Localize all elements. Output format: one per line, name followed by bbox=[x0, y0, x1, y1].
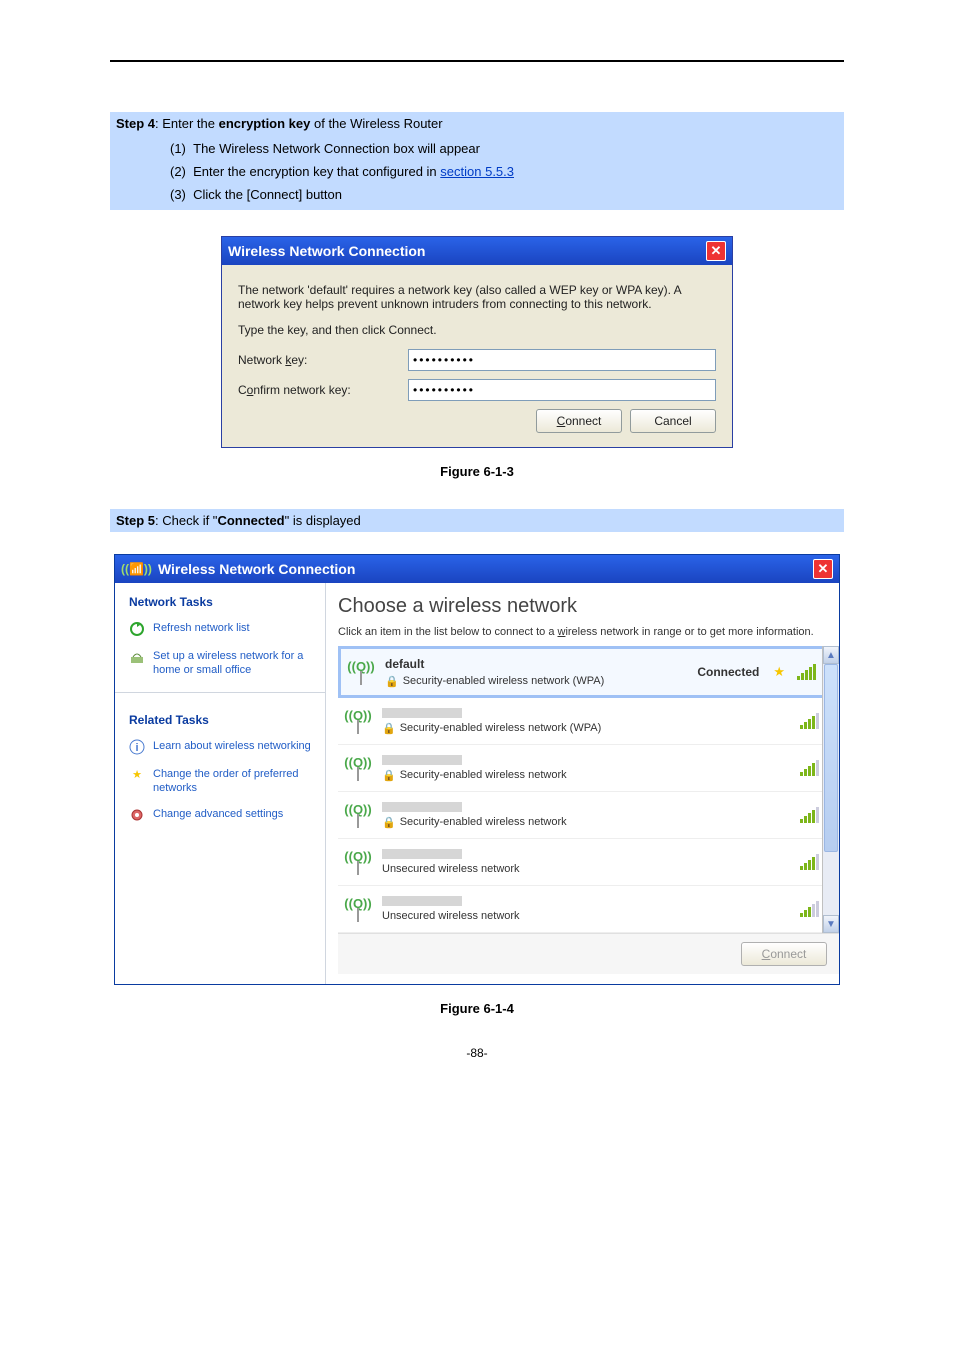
connected-label: Connected bbox=[697, 665, 759, 679]
network-item[interactable]: ((Q)) Unsecured wireless network bbox=[338, 839, 827, 886]
antenna-icon: ((Q)) bbox=[344, 892, 372, 926]
network-key-label: Network key: bbox=[238, 353, 408, 367]
info-icon: i bbox=[129, 739, 145, 755]
antenna-icon: ((Q)) bbox=[347, 655, 375, 689]
setup-icon bbox=[129, 649, 145, 665]
star-icon: ★ bbox=[129, 767, 145, 783]
antenna-icon: ((Q)) bbox=[344, 751, 372, 785]
figure-caption-2: Figure 6-1-4 bbox=[110, 1001, 844, 1016]
dialog-description: The network 'default' requires a network… bbox=[238, 283, 716, 311]
star-icon: ★ bbox=[773, 664, 785, 680]
scroll-up-icon[interactable]: ▲ bbox=[823, 646, 839, 664]
network-tasks-header: Network Tasks bbox=[115, 583, 325, 615]
network-name bbox=[382, 755, 462, 765]
signal-icon bbox=[797, 664, 816, 680]
network-key-input[interactable] bbox=[408, 349, 716, 371]
antenna-icon: ((Q)) bbox=[344, 798, 372, 832]
gear-icon bbox=[129, 807, 145, 823]
antenna-icon: ((Q)) bbox=[344, 845, 372, 879]
network-security: Unsecured wireless network bbox=[382, 910, 790, 922]
close-icon[interactable]: ✕ bbox=[813, 559, 833, 579]
network-security: 🔒Security-enabled wireless network bbox=[382, 769, 790, 782]
scroll-thumb[interactable] bbox=[824, 664, 838, 852]
change-advanced-settings[interactable]: Change advanced settings bbox=[115, 801, 325, 829]
antenna-icon: ((📶)) bbox=[121, 562, 152, 576]
setup-wireless-network[interactable]: Set up a wireless network for a home or … bbox=[115, 643, 325, 684]
signal-icon bbox=[800, 760, 819, 776]
lock-icon: 🔒 bbox=[382, 769, 396, 782]
dialog2-titlebar: ((📶)) Wireless Network Connection ✕ bbox=[115, 555, 839, 583]
refresh-network-list[interactable]: Refresh network list bbox=[115, 615, 325, 643]
top-rule bbox=[110, 60, 844, 62]
key-dialog: Wireless Network Connection ✕ The networ… bbox=[221, 236, 733, 448]
step5-bar: Step 5: Check if "Connected" is displaye… bbox=[110, 509, 844, 532]
lock-icon: 🔒 bbox=[382, 816, 396, 829]
confirm-key-label: Confirm network key: bbox=[238, 383, 408, 397]
network-security: Unsecured wireless network bbox=[382, 863, 790, 875]
connect-button[interactable]: Connect bbox=[536, 409, 622, 433]
signal-icon bbox=[800, 713, 819, 729]
signal-icon bbox=[800, 854, 819, 870]
change-order-networks[interactable]: ★ Change the order of preferred networks bbox=[115, 761, 325, 802]
figure-caption-1: Figure 6-1-3 bbox=[110, 464, 844, 479]
signal-icon bbox=[800, 901, 819, 917]
svg-text:i: i bbox=[135, 742, 138, 754]
dialog-titlebar: Wireless Network Connection ✕ bbox=[222, 237, 732, 265]
lock-icon: 🔒 bbox=[385, 675, 399, 688]
network-security: 🔒Security-enabled wireless network (WPA) bbox=[385, 675, 687, 688]
choose-network-heading: Choose a wireless network bbox=[338, 595, 827, 618]
page-number: -88- bbox=[110, 1046, 844, 1060]
dialog-instruction: Type the key, and then click Connect. bbox=[238, 323, 716, 337]
network-item[interactable]: ((Q)) default 🔒Security-enabled wireless n… bbox=[338, 646, 827, 698]
network-security: 🔒Security-enabled wireless network bbox=[382, 816, 790, 829]
network-name bbox=[382, 802, 462, 812]
related-tasks-header: Related Tasks bbox=[115, 701, 325, 733]
network-name: default bbox=[385, 657, 687, 671]
network-item[interactable]: ((Q)) 🔒Security-enabled wireless network bbox=[338, 745, 827, 792]
network-security: 🔒Security-enabled wireless network (WPA) bbox=[382, 722, 790, 735]
wireless-list-dialog: ((📶)) Wireless Network Connection ✕ Netw… bbox=[114, 554, 840, 985]
network-item[interactable]: ((Q)) Unsecured wireless network bbox=[338, 886, 827, 933]
network-item[interactable]: ((Q)) 🔒Security-enabled wireless network bbox=[338, 792, 827, 839]
step4-substeps: (1) The Wireless Network Connection box … bbox=[110, 135, 844, 210]
lock-icon: 🔒 bbox=[382, 722, 396, 735]
network-list: ((Q)) default 🔒Security-enabled wireless n… bbox=[338, 646, 827, 933]
network-name bbox=[382, 708, 462, 718]
scroll-down-icon[interactable]: ▼ bbox=[823, 915, 839, 933]
section-link[interactable]: section 5.5.3 bbox=[440, 164, 514, 179]
network-name bbox=[382, 896, 462, 906]
confirm-key-input[interactable] bbox=[408, 379, 716, 401]
refresh-icon bbox=[129, 621, 145, 637]
dialog-title: Wireless Network Connection bbox=[228, 243, 706, 259]
signal-icon bbox=[800, 807, 819, 823]
connect-button-disabled: Connect bbox=[741, 942, 827, 966]
cancel-button[interactable]: Cancel bbox=[630, 409, 716, 433]
network-name bbox=[382, 849, 462, 859]
step4-bar: Step 4: Enter the encryption key of the … bbox=[110, 112, 844, 135]
choose-network-sub: Click an item in the list below to conne… bbox=[338, 626, 827, 638]
network-item[interactable]: ((Q)) 🔒Security-enabled wireless network … bbox=[338, 698, 827, 745]
dialog2-title: Wireless Network Connection bbox=[158, 561, 355, 577]
learn-about-wireless[interactable]: i Learn about wireless networking bbox=[115, 733, 325, 761]
antenna-icon: ((Q)) bbox=[344, 704, 372, 738]
close-icon[interactable]: ✕ bbox=[706, 241, 726, 261]
step4-label: Step 4 bbox=[116, 116, 155, 131]
scrollbar[interactable]: ▲ ▼ bbox=[822, 646, 839, 933]
tasks-sidebar: Network Tasks Refresh network list Set u… bbox=[115, 583, 326, 984]
